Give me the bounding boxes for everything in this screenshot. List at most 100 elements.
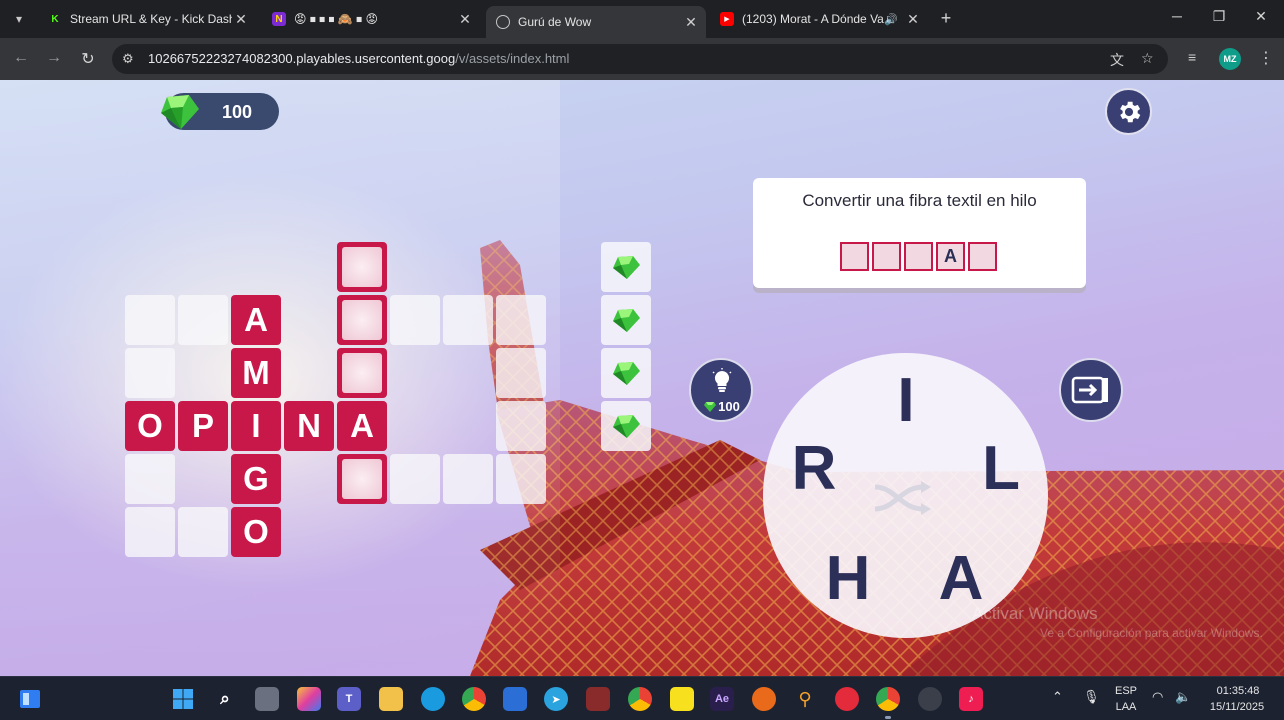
app-record-icon[interactable] [835, 687, 859, 711]
grid-cell-letter: G [231, 454, 281, 504]
grid-cell-empty [496, 348, 546, 398]
shuffle-icon[interactable] [871, 473, 941, 523]
close-tab-icon[interactable]: ✕ [904, 11, 922, 28]
wheel-letter[interactable]: I [871, 365, 941, 435]
grid-cell-unrevealed [337, 348, 387, 398]
gem-icon [704, 402, 717, 412]
winrar-icon[interactable] [586, 687, 610, 711]
tray-chevron-icon[interactable]: ⌃ [1052, 689, 1063, 705]
speaker-icon[interactable]: 🔊 [884, 13, 898, 26]
translate-icon[interactable]: 文 [1110, 50, 1124, 70]
sticky-notes-icon[interactable] [670, 687, 694, 711]
tab-title: Stream URL & Key - Kick Dashb [70, 12, 232, 26]
chrome-profile-icon[interactable] [628, 687, 652, 711]
clue-card: Convertir una fibra textil en hilo A [753, 178, 1086, 288]
grid-cell-letter: M [231, 348, 281, 398]
grid-cell-empty [443, 295, 493, 345]
bonus-gem-slot[interactable] [601, 295, 651, 345]
grid-cell-letter: A [337, 401, 387, 451]
after-effects-icon[interactable]: Ae [710, 687, 734, 711]
grid-cell-empty [178, 507, 228, 557]
settings-button[interactable] [1105, 88, 1152, 135]
teams-icon[interactable]: T [337, 687, 361, 711]
site-info-icon[interactable]: ⚙ [122, 51, 134, 67]
grid-cell-empty [496, 454, 546, 504]
profile-avatar[interactable]: MZ [1219, 48, 1241, 70]
bonus-gem-slot[interactable] [601, 348, 651, 398]
windows-start-icon[interactable] [171, 687, 195, 711]
answer-slot [840, 242, 869, 271]
grid-cell-letter: N [284, 401, 334, 451]
menu-kebab-icon[interactable]: ⋮ [1258, 48, 1274, 68]
new-tab-plus-icon[interactable]: + [936, 8, 956, 29]
grid-cell-empty [125, 454, 175, 504]
grid-cell-letter: P [178, 401, 228, 451]
answer-slot: A [936, 242, 965, 271]
tab-youtube-morat[interactable]: ▶ (1203) Morat - A Dónde Va 🔊 ✕ [710, 6, 928, 32]
reading-list-icon[interactable]: ≡ [1188, 49, 1196, 65]
close-tab-icon[interactable]: ✕ [456, 11, 474, 28]
reload-icon[interactable]: ↻ [77, 49, 99, 69]
copilot-icon[interactable] [297, 687, 321, 711]
grid-cell-empty [390, 295, 440, 345]
obs-icon[interactable] [918, 687, 942, 711]
file-explorer-icon[interactable] [379, 687, 403, 711]
exit-arrow-icon [1071, 376, 1108, 404]
wheel-letter[interactable]: A [926, 543, 996, 613]
grid-cell-empty [125, 295, 175, 345]
volume-icon[interactable]: 🔈 [1175, 689, 1191, 705]
address-bar[interactable]: ⚙ 1026675222327408230​0.playables.userco… [112, 44, 1168, 74]
windows-taskbar: ⌕ T ➤ Ae ⚲ ♪ ⌃ 🎙 ESP LAA ◠ 🔈 01:35:48 15… [0, 676, 1284, 720]
close-tab-icon[interactable]: ✕ [232, 11, 250, 28]
clock-date[interactable]: 15/11/2025 [1206, 701, 1268, 713]
tab-title: (1203) Morat - A Dónde Va [742, 12, 884, 26]
grid-cell-empty [496, 401, 546, 451]
tab-guru-de-wow[interactable]: Gurú de Wow ✕ [486, 6, 706, 38]
gem-icon [613, 256, 640, 279]
answer-slot [872, 242, 901, 271]
back-arrow-icon[interactable]: ← [10, 49, 32, 67]
hint-cost: 100 [699, 399, 745, 414]
tab-kick-dashboard[interactable]: K Stream URL & Key - Kick Dashb ✕ [38, 6, 256, 32]
grid-cell-empty [390, 454, 440, 504]
wheel-letter[interactable]: L [966, 433, 1036, 503]
grid-cell-empty [496, 295, 546, 345]
gem-counter: 100 [161, 93, 279, 130]
task-view-icon[interactable] [255, 687, 279, 711]
store-icon[interactable] [503, 687, 527, 711]
answer-slot [968, 242, 997, 271]
clock-time[interactable]: 01:35:48 [1210, 685, 1266, 697]
tab-emoji[interactable]: N 😡 ⏹ ⏹ ⏹ 🙈 ⏹ 😡 ✕ [262, 6, 480, 32]
wifi-icon[interactable]: ◠ [1152, 689, 1163, 705]
active-app-indicator [885, 716, 891, 719]
browser-tab-bar: ▾ K Stream URL & Key - Kick Dashb ✕ N 😡 … [0, 0, 1284, 38]
close-tab-icon[interactable]: ✕ [682, 14, 700, 31]
widgets-icon[interactable] [18, 687, 42, 711]
telegram-icon[interactable]: ➤ [544, 687, 568, 711]
chrome-icon[interactable] [462, 687, 486, 711]
tiktok-icon[interactable]: ♪ [959, 687, 983, 711]
search-icon[interactable]: ⌕ [213, 687, 237, 711]
wheel-letter[interactable]: R [779, 433, 849, 503]
forward-arrow-icon[interactable]: → [43, 49, 65, 67]
hint-button[interactable]: 100 [689, 358, 753, 422]
wheel-letter[interactable]: H [813, 543, 883, 613]
keyboard-layout-indicator[interactable]: LAA [1112, 701, 1140, 713]
tab-search-chevron-icon[interactable]: ▾ [8, 8, 30, 30]
microphone-icon[interactable]: 🎙 [1083, 689, 1100, 705]
grid-cell-unrevealed [337, 454, 387, 504]
search-tool-icon[interactable]: ⚲ [793, 687, 817, 711]
bonus-gem-slot[interactable] [601, 401, 651, 451]
grid-cell-letter: O [231, 507, 281, 557]
language-indicator[interactable]: ESP [1112, 685, 1140, 697]
fl-studio-icon[interactable] [752, 687, 776, 711]
windows-watermark-subtext: Ve a Configuración para activar Windows. [1040, 626, 1263, 640]
minimize-icon[interactable]: ─ [1162, 8, 1192, 24]
next-level-button[interactable] [1059, 358, 1123, 422]
bookmark-star-icon[interactable]: ☆ [1141, 50, 1154, 67]
restore-icon[interactable]: ❐ [1204, 8, 1234, 25]
bonus-gem-slot[interactable] [601, 242, 651, 292]
edge-icon[interactable] [421, 687, 445, 711]
chrome-active-icon[interactable] [876, 687, 900, 711]
close-window-icon[interactable]: ✕ [1246, 8, 1276, 25]
